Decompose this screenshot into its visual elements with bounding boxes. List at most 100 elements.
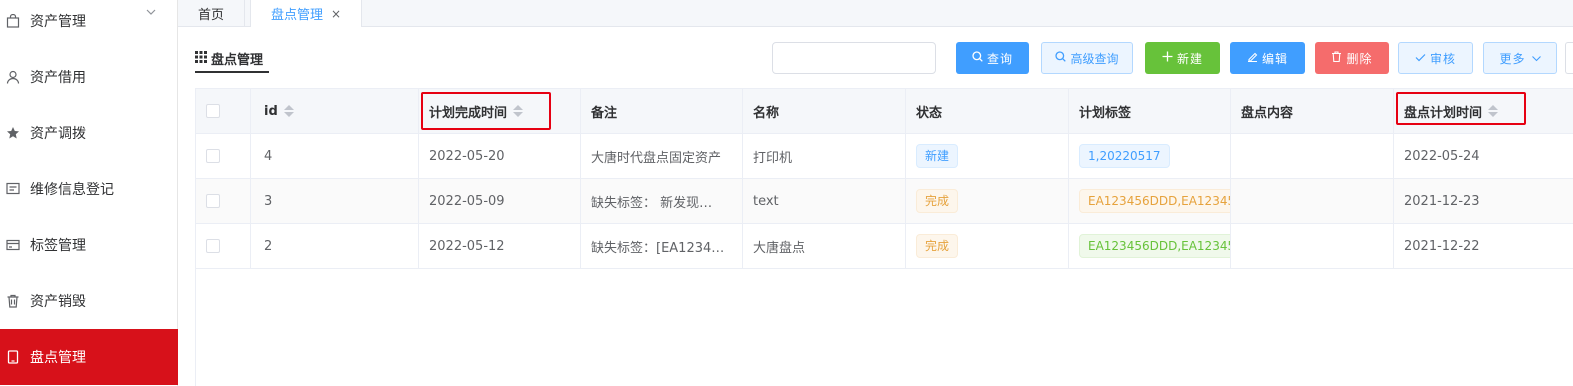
name-cell: 大唐盘点 [743, 224, 906, 268]
plan-done-cell: 2022-05-12 [419, 224, 581, 268]
sidebar-item-label: 标签管理 [30, 238, 86, 254]
highlight-box-plan-time-header [1396, 92, 1526, 125]
status-badge: 新建 [916, 144, 959, 168]
new-button[interactable]: 新建 [1145, 42, 1220, 74]
sort-icon[interactable] [283, 105, 294, 117]
id-cell: 4 [251, 134, 419, 178]
more-dropdown[interactable]: 更多 [1483, 42, 1557, 74]
header-label: 备注 [591, 105, 618, 121]
grid-icon [195, 50, 207, 67]
sidebar-item-label: 盘点管理 [30, 350, 86, 366]
id-cell: 2 [251, 224, 419, 268]
sidebar-item-inventory-management[interactable]: 盘点管理 [0, 329, 178, 385]
sidebar-item-label: 资产管理 [30, 14, 86, 30]
plan-tag-cell: EA123456DDD,EA123456 [1069, 224, 1231, 268]
page-title: 盘点管理 [195, 46, 269, 73]
bag-icon [5, 13, 21, 29]
header-remark: 备注 [581, 89, 743, 133]
query-button-label: 查询 [986, 51, 1013, 66]
plan-done-cell: 2022-05-20 [419, 134, 581, 178]
sidebar-item-label: 维修信息登记 [30, 182, 114, 198]
remark-cell: 缺失标签： 新发现… [581, 179, 743, 223]
chevron-up-icon[interactable] [146, 7, 156, 18]
highlight-box-plan-done-header [421, 92, 551, 130]
select-cell [196, 224, 251, 268]
status-cell: 完成 [906, 224, 1069, 268]
content-cell [1231, 224, 1394, 268]
sidebar-item-asset-destroy[interactable]: 资产销毁 [0, 273, 178, 329]
row-checkbox[interactable] [206, 239, 220, 253]
status-cell: 新建 [906, 134, 1069, 178]
content-cell [1231, 134, 1394, 178]
id-cell: 3 [251, 179, 419, 223]
row-checkbox[interactable] [206, 194, 220, 208]
sidebar-item-repair-register[interactable]: 维修信息登记 [0, 161, 178, 217]
select-cell [196, 179, 251, 223]
delete-button-label: 删除 [1346, 51, 1373, 66]
review-button[interactable]: 审核 [1398, 42, 1473, 74]
remark-cell: 缺失标签：[EA1234… [581, 224, 743, 268]
header-label: 盘点内容 [1241, 105, 1294, 121]
edit-button[interactable]: 编辑 [1230, 42, 1305, 74]
plan-tag-badge: 1,20220517 [1079, 144, 1170, 168]
message-icon [5, 181, 21, 197]
delete-button[interactable]: 删除 [1315, 42, 1389, 74]
sidebar-item-label: 资产借用 [30, 70, 86, 86]
header-inventory-content: 盘点内容 [1231, 89, 1394, 133]
plan-done-cell: 2022-05-09 [419, 179, 581, 223]
sidebar-item-asset-borrow[interactable]: 资产借用 [0, 49, 178, 105]
close-icon[interactable]: × [331, 7, 341, 21]
inventory-table: id 计划完成时间 备注 名称 状态 计划标签 盘点内容 盘点计划时间 4 20… [195, 88, 1573, 386]
header-id[interactable]: id [251, 89, 419, 133]
star-icon [5, 125, 21, 141]
more-buttons-overflow[interactable] [1565, 42, 1573, 74]
header-label: 计划标签 [1079, 105, 1132, 121]
remark-cell: 大唐时代盘点固定资产 [581, 134, 743, 178]
sidebar-item-asset-management[interactable]: 资产管理 [0, 0, 178, 49]
content-cell [1231, 179, 1394, 223]
sidebar: 资产管理 资产借用 资产调拨 维修信息登记 标签管理 资产销毁 盘点管理 [0, 0, 178, 386]
tab-inventory-management[interactable]: 盘点管理 × [250, 0, 363, 27]
table-row[interactable]: 4 2022-05-20 大唐时代盘点固定资产 打印机 新建 1,2022051… [196, 134, 1573, 179]
query-button[interactable]: 查询 [956, 42, 1029, 74]
plan-tag-cell: EA123456DDD,EA123456 [1069, 179, 1231, 223]
name-cell: text [743, 179, 906, 223]
plus-icon [1162, 51, 1173, 65]
status-badge: 完成 [916, 234, 959, 258]
page-title-text: 盘点管理 [211, 53, 264, 68]
header-label: 名称 [753, 105, 780, 121]
table-row[interactable]: 2 2022-05-12 缺失标签：[EA1234… 大唐盘点 完成 EA123… [196, 224, 1573, 269]
header-name: 名称 [743, 89, 906, 133]
user-icon [5, 69, 21, 85]
row-checkbox[interactable] [206, 149, 220, 163]
sidebar-item-tag-management[interactable]: 标签管理 [0, 217, 178, 273]
select-all-checkbox[interactable] [206, 104, 220, 118]
tab-label: 盘点管理 [271, 8, 324, 23]
tabs-bar: 首页 盘点管理 × [178, 0, 1573, 27]
search-icon [1055, 51, 1067, 65]
tablet-icon [5, 349, 21, 365]
plan-time-cell: 2021-12-23 [1404, 193, 1480, 209]
select-cell [196, 134, 251, 178]
header-select-cell [196, 89, 251, 133]
check-icon [1415, 51, 1426, 65]
sidebar-item-asset-transfer[interactable]: 资产调拨 [0, 105, 178, 161]
search-icon [972, 51, 983, 65]
search-input[interactable] [772, 42, 936, 74]
trash-icon [1331, 51, 1342, 65]
advanced-query-button-label: 高级查询 [1070, 51, 1119, 66]
table-row[interactable]: 3 2022-05-09 缺失标签： 新发现… text 完成 EA123456… [196, 179, 1573, 224]
new-button-label: 新建 [1176, 51, 1203, 66]
advanced-query-button[interactable]: 高级查询 [1041, 42, 1133, 74]
sidebar-item-label: 资产调拨 [30, 126, 86, 142]
trash-icon [5, 293, 21, 309]
review-button-label: 审核 [1429, 51, 1456, 66]
name-cell: 打印机 [743, 134, 906, 178]
more-dropdown-label: 更多 [1499, 51, 1526, 66]
plan-tag-badge: EA123456DDD,EA123456 [1079, 189, 1230, 213]
chevron-down-icon [1531, 51, 1541, 65]
tab-home[interactable]: 首页 [178, 0, 246, 27]
header-plan-tag: 计划标签 [1069, 89, 1231, 133]
card-icon [5, 237, 21, 253]
sidebar-item-label: 资产销毁 [30, 294, 86, 310]
